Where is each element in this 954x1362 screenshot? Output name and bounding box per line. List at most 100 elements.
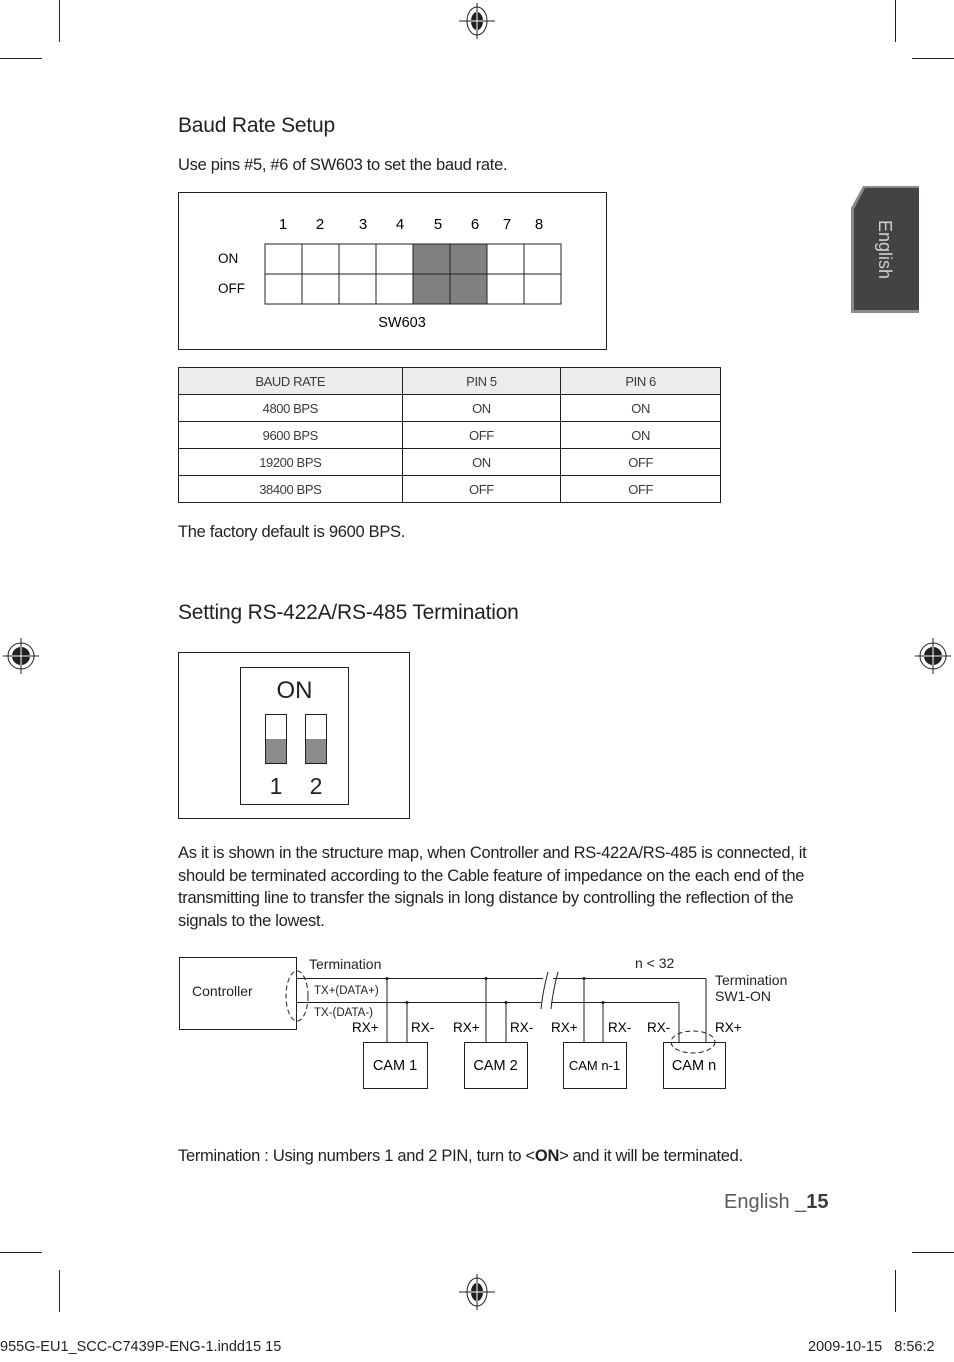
table-header-cell: BAUD RATE (178, 367, 403, 395)
table-header-cell: PIN 6 (560, 367, 721, 395)
dip-switch-2[interactable] (305, 714, 327, 764)
registration-mark-right (915, 638, 951, 674)
junction-dot (385, 977, 389, 980)
crop-mark (895, 0, 896, 42)
termination-right-label-1: Termination (715, 972, 787, 988)
camera-label: CAM n-1 (569, 1058, 620, 1073)
rx-pin-label: RX- (411, 1020, 434, 1035)
termination-left-label: Termination (309, 956, 381, 972)
sw603-switch-cell (338, 243, 377, 275)
camera-label: CAM 2 (473, 1058, 517, 1074)
sw603-switch-cell (338, 273, 377, 305)
junction-dot (405, 1001, 409, 1004)
registration-mark-left (3, 638, 39, 674)
rs485-diagram: Controller Termination TX+(DATA+) TX-(DA… (179, 955, 787, 1089)
table-cell: OFF (401, 475, 562, 503)
termination-instruction: Termination : Using numbers 1 and 2 PIN,… (178, 1147, 743, 1166)
rx-pin-label: RX+ (352, 1020, 379, 1035)
dip-pin-2-label: 2 (309, 773, 323, 799)
baud-rate-table: BAUD RATE PIN 5 PIN 6 4800 BPS ON ON 960… (178, 367, 721, 503)
sw603-switch-cell (449, 273, 488, 305)
registration-mark-top (459, 3, 495, 39)
print-slug-timestamp: 2009-10-15 8:56:2 (808, 1339, 935, 1355)
sw603-pin-number: 4 (396, 216, 404, 233)
sw603-pin-number: 7 (503, 216, 511, 233)
table-cell: 38400 BPS (178, 475, 403, 503)
sw603-switch-cell (449, 243, 488, 275)
crop-mark (912, 58, 954, 59)
sw603-pin-number: 6 (471, 216, 479, 233)
rx-pin-label: RX+ (715, 1020, 742, 1035)
table-cell: 4800 BPS (178, 394, 403, 422)
table-cell: 9600 BPS (178, 421, 403, 449)
sw603-switch-cell (486, 243, 525, 275)
table-cell: OFF (401, 421, 562, 449)
sw603-switch-cell (523, 273, 562, 305)
sw603-switch-cell (375, 273, 414, 305)
crop-mark (0, 58, 42, 59)
sw603-switch-cell (375, 243, 414, 275)
sw603-switch-cell (264, 243, 303, 275)
table-row: 4800 BPS ON ON (178, 394, 721, 422)
table-cell: OFF (560, 475, 721, 503)
junction-dot (484, 977, 488, 980)
rx-pin-label: RX+ (453, 1020, 480, 1035)
dip-switch-diagram: ON 1 2 (178, 652, 410, 819)
dip-switch-body: ON 1 2 (240, 667, 349, 805)
sw603-switch-cell (301, 273, 340, 305)
crop-mark (59, 0, 60, 42)
instruction-suffix: > and it will be terminated. (559, 1147, 743, 1165)
instruction-prefix: Termination : Using numbers 1 and 2 PIN,… (178, 1147, 535, 1165)
sw603-pin-number: 2 (316, 216, 324, 233)
baud-section-title: Baud Rate Setup (178, 114, 335, 137)
table-header-cell: PIN 5 (401, 367, 562, 395)
rx-pin-label: RX- (510, 1020, 533, 1035)
instruction-bold: ON (534, 1147, 560, 1165)
crop-mark (0, 1252, 42, 1253)
sw603-row-label: ON (218, 251, 238, 266)
baud-intro-text: Use pins #5, #6 of SW603 to set the baud… (178, 156, 508, 174)
sw603-switch-cell (264, 273, 303, 305)
sw603-switch-cell (412, 243, 451, 275)
table-cell: ON (401, 448, 562, 476)
rx-pin-label: RX- (647, 1020, 670, 1035)
line-break-mark (550, 971, 559, 1010)
junction-dot (504, 1001, 508, 1004)
controller-label: Controller (192, 983, 253, 999)
crop-mark (912, 1252, 954, 1253)
dip-on-label: ON (276, 677, 313, 704)
sw603-switch-cell (486, 273, 525, 305)
language-side-tab: English (851, 186, 919, 313)
rx-pin-label: RX+ (551, 1020, 578, 1035)
dip-switch-1[interactable] (265, 714, 287, 764)
sw603-pin-number: 5 (434, 216, 442, 233)
rx-pin-label: RX- (608, 1020, 631, 1035)
sw603-switch-cell (412, 273, 451, 305)
line-break-mark (540, 971, 549, 1010)
tx-plus-label: TX+(DATA+) (314, 985, 379, 997)
junction-dot (582, 977, 586, 980)
sw603-pin-number: 3 (359, 216, 367, 233)
page-number: 15 (806, 1191, 829, 1213)
termination-paragraph: As it is shown in the structure map, whe… (178, 844, 807, 930)
dip-pin-1-label: 1 (269, 773, 283, 799)
registration-mark-bottom (459, 1274, 495, 1310)
table-cell: ON (560, 394, 721, 422)
sw603-caption: SW603 (378, 315, 426, 331)
sw603-switch-cell (301, 243, 340, 275)
count-label: n < 32 (635, 955, 675, 971)
table-row: 9600 BPS OFF ON (178, 421, 721, 449)
table-row: 38400 BPS OFF OFF (178, 475, 721, 503)
table-cell: ON (401, 394, 562, 422)
print-slug-file: 955G-EU1_SCC-C7439P-ENG-1.indd15 15 (0, 1339, 282, 1355)
sw603-switch-cell (523, 243, 562, 275)
termination-right-label-2: SW1-ON (715, 988, 771, 1004)
sw603-row-label: OFF (218, 281, 245, 296)
table-row: 19200 BPS ON OFF (178, 448, 721, 476)
factory-default-note: The factory default is 9600 BPS. (178, 523, 406, 541)
camera-label: CAM 1 (373, 1058, 417, 1074)
table-header-row: BAUD RATE PIN 5 PIN 6 (178, 367, 721, 395)
side-tab-label: English (875, 219, 896, 280)
table-cell: ON (560, 421, 721, 449)
table-cell: OFF (560, 448, 721, 476)
